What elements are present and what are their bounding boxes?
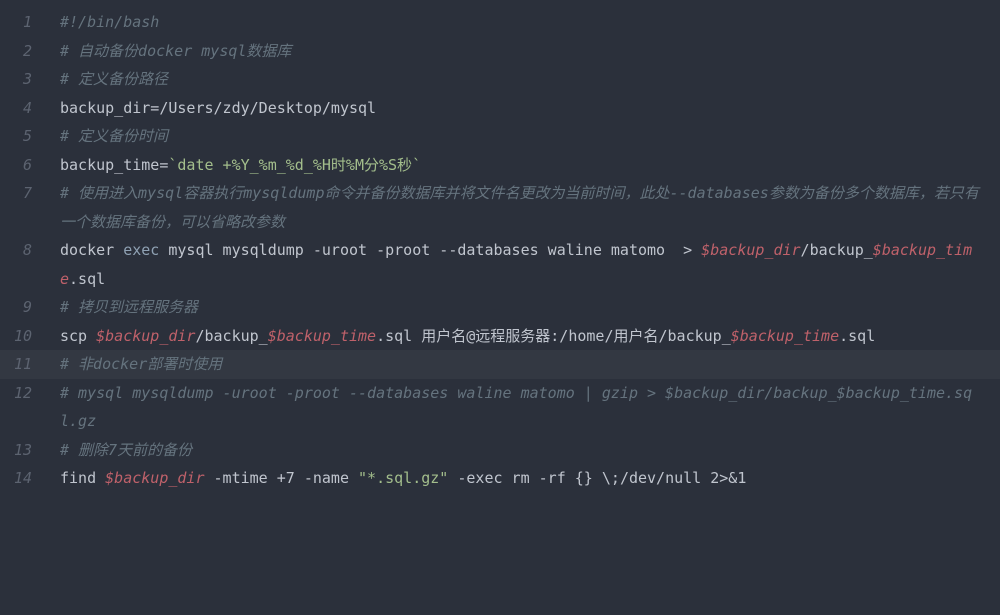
args: mysql mysqldump -uroot -proot --database… — [159, 241, 701, 259]
code-line[interactable]: 8 docker exec mysql mysqldump -uroot -pr… — [0, 236, 1000, 293]
line-content[interactable]: #!/bin/bash — [48, 8, 1000, 37]
text: .sql — [69, 270, 105, 288]
shebang: #!/bin/bash — [60, 13, 159, 31]
string: "*.sql.gz" — [358, 469, 448, 487]
line-content[interactable]: # 定义备份路径 — [48, 65, 1000, 94]
line-number: 2 — [0, 37, 48, 66]
code-line-active[interactable]: 11 # 非docker部署时使用 — [0, 350, 1000, 379]
command-subst: date +%Y_%m_%d_%H时%M分%S秒 — [177, 156, 412, 174]
comment: # 拷贝到远程服务器 — [60, 298, 198, 316]
variable: $backup_dir — [96, 327, 195, 345]
variable: $backup_dir — [105, 469, 204, 487]
line-content[interactable]: # 删除7天前的备份 — [48, 436, 1000, 465]
args: -mtime +7 -name — [205, 469, 359, 487]
line-content[interactable]: # 定义备份时间 — [48, 122, 1000, 151]
line-number: 12 — [0, 379, 48, 408]
line-number: 10 — [0, 322, 48, 351]
line-number: 6 — [0, 151, 48, 180]
line-number: 1 — [0, 8, 48, 37]
variable: $backup_dir — [701, 241, 800, 259]
line-content[interactable]: backup_dir=/Users/zdy/Desktop/mysql — [48, 94, 1000, 123]
assignment: backup_dir=/Users/zdy/Desktop/mysql — [60, 99, 376, 117]
variable: $backup_time — [268, 327, 376, 345]
comment: # 非docker部署时使用 — [60, 355, 222, 373]
comment: # mysql mysqldump -uroot -proot --databa… — [60, 384, 972, 431]
line-number: 11 — [0, 350, 48, 379]
command: scp — [60, 327, 96, 345]
line-number: 13 — [0, 436, 48, 465]
code-line[interactable]: 13 # 删除7天前的备份 — [0, 436, 1000, 465]
comment: # 定义备份时间 — [60, 127, 168, 145]
line-content[interactable]: find $backup_dir -mtime +7 -name "*.sql.… — [48, 464, 1000, 493]
line-number: 9 — [0, 293, 48, 322]
code-line[interactable]: 7 # 使用进入mysql容器执行mysqldump命令并备份数据库并将文件名更… — [0, 179, 1000, 236]
assignment: backup_time= — [60, 156, 168, 174]
comment: # 自动备份docker mysql数据库 — [60, 42, 291, 60]
line-number: 3 — [0, 65, 48, 94]
args: -exec rm -rf {} — [448, 469, 602, 487]
comment: # 使用进入mysql容器执行mysqldump命令并备份数据库并将文件名更改为… — [60, 184, 979, 231]
text: .sql 用户名@远程服务器:/home/用户名/backup_ — [376, 327, 731, 345]
code-line[interactable]: 4 backup_dir=/Users/zdy/Desktop/mysql — [0, 94, 1000, 123]
code-line[interactable]: 14 find $backup_dir -mtime +7 -name "*.s… — [0, 464, 1000, 493]
command: docker — [60, 241, 123, 259]
line-content[interactable]: # 拷贝到远程服务器 — [48, 293, 1000, 322]
code-line[interactable]: 10 scp $backup_dir/backup_$backup_time.s… — [0, 322, 1000, 351]
line-number: 4 — [0, 94, 48, 123]
code-line[interactable]: 12 # mysql mysqldump -uroot -proot --dat… — [0, 379, 1000, 436]
code-line[interactable]: 1 #!/bin/bash — [0, 8, 1000, 37]
code-line[interactable]: 3 # 定义备份路径 — [0, 65, 1000, 94]
code-line[interactable]: 2 # 自动备份docker mysql数据库 — [0, 37, 1000, 66]
command: find — [60, 469, 105, 487]
comment: # 删除7天前的备份 — [60, 441, 192, 459]
builtin: exec — [123, 241, 159, 259]
line-number: 14 — [0, 464, 48, 493]
line-content[interactable]: # 自动备份docker mysql数据库 — [48, 37, 1000, 66]
line-content[interactable]: docker exec mysql mysqldump -uroot -proo… — [48, 236, 1000, 293]
text: .sql — [839, 327, 875, 345]
line-number: 8 — [0, 236, 48, 265]
args: /dev/null 2>&1 — [620, 469, 746, 487]
escape: \; — [602, 469, 620, 487]
code-line[interactable]: 5 # 定义备份时间 — [0, 122, 1000, 151]
line-number: 7 — [0, 179, 48, 208]
code-line[interactable]: 6 backup_time=`date +%Y_%m_%d_%H时%M分%S秒` — [0, 151, 1000, 180]
line-content[interactable]: # 使用进入mysql容器执行mysqldump命令并备份数据库并将文件名更改为… — [48, 179, 1000, 236]
line-content[interactable]: # 非docker部署时使用 — [48, 350, 1000, 379]
text: /backup_ — [195, 327, 267, 345]
backtick: ` — [412, 156, 421, 174]
code-editor[interactable]: 1 #!/bin/bash 2 # 自动备份docker mysql数据库 3 … — [0, 8, 1000, 493]
code-line[interactable]: 9 # 拷贝到远程服务器 — [0, 293, 1000, 322]
variable: $backup_time — [731, 327, 839, 345]
text: /backup_ — [801, 241, 873, 259]
line-content[interactable]: backup_time=`date +%Y_%m_%d_%H时%M分%S秒` — [48, 151, 1000, 180]
line-number: 5 — [0, 122, 48, 151]
line-content[interactable]: # mysql mysqldump -uroot -proot --databa… — [48, 379, 1000, 436]
comment: # 定义备份路径 — [60, 70, 168, 88]
line-content[interactable]: scp $backup_dir/backup_$backup_time.sql … — [48, 322, 1000, 351]
